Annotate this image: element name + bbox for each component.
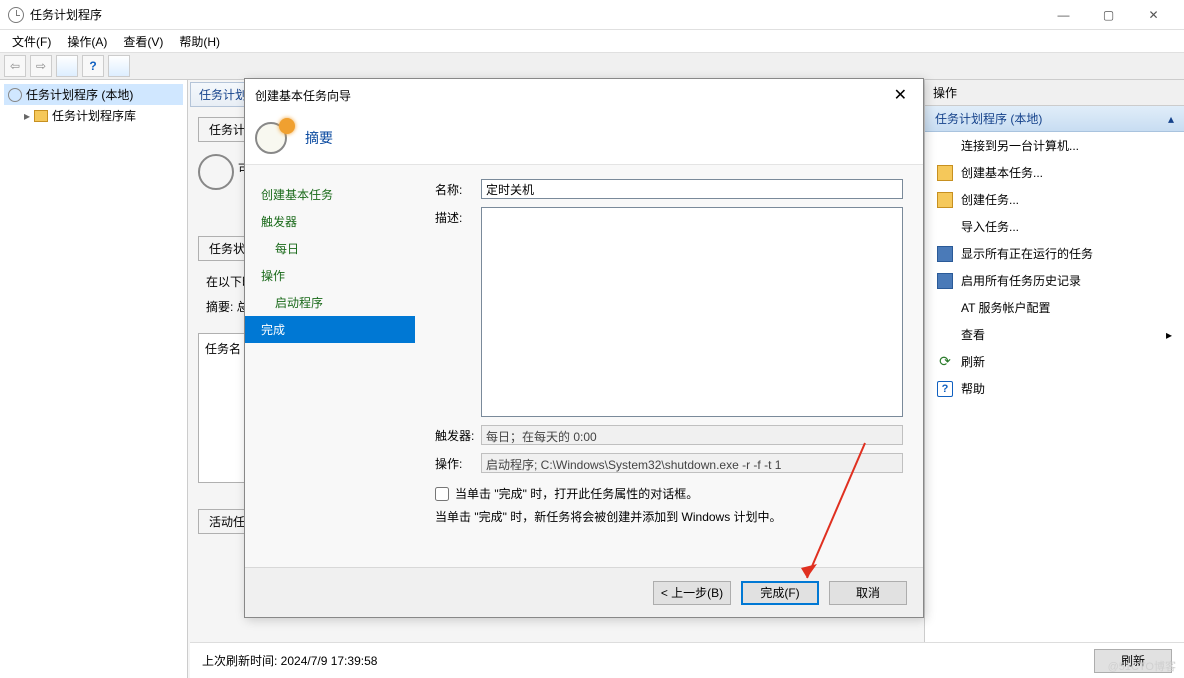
open-properties-checkbox[interactable] [435,487,449,501]
close-button[interactable]: ✕ [1131,1,1176,29]
name-label: 名称: [435,179,481,199]
status-bar: 上次刷新时间: 2024/7/9 17:39:58 刷新 [190,642,1184,678]
nav-action[interactable]: 操作 [245,262,415,289]
taskname-col: 任务名 [205,342,241,356]
help-icon: ? [937,381,953,397]
list-icon [937,246,953,262]
nav-finish[interactable]: 完成 [245,316,415,343]
refresh-icon: ⟳ [937,354,953,370]
window-title: 任务计划程序 [30,6,102,23]
clock-icon [8,88,22,102]
tree-library-label: 任务计划程序库 [52,107,136,124]
actions-header: 操作 [925,80,1184,106]
blank-icon [937,138,953,154]
action-refresh[interactable]: ⟳刷新 [925,348,1184,375]
menu-help[interactable]: 帮助(H) [171,31,228,52]
actions-pane: 操作 任务计划程序 (本地) ▴ 连接到另一台计算机... 创建基本任务... … [924,80,1184,678]
action-help[interactable]: ?帮助 [925,375,1184,402]
menu-view[interactable]: 查看(V) [115,31,171,52]
wizard-content: 名称: 描述: 触发器: 每日；在每天的 0:00 操作: 启动程序; C:\W… [415,165,923,567]
desc-textarea[interactable] [481,207,903,417]
expand-icon[interactable]: ▸ [24,109,30,123]
tree-library[interactable]: ▸ 任务计划程序库 [20,105,183,126]
toolbar-icon-1[interactable] [56,55,78,77]
collapse-icon[interactable]: ▴ [1168,112,1174,126]
wizard-nav: 创建基本任务 触发器 每日 操作 启动程序 完成 [245,165,415,567]
menubar: 文件(F) 操作(A) 查看(V) 帮助(H) [0,30,1184,52]
history-icon [937,273,953,289]
action-import[interactable]: 导入任务... [925,213,1184,240]
nav-tree: 任务计划程序 (本地) ▸ 任务计划程序库 [0,80,188,678]
task-icon [937,165,953,181]
checkbox-label: 当单击 "完成" 时，打开此任务属性的对话框。 [455,485,698,502]
wizard-header-title: 摘要 [305,128,333,148]
blank-icon [937,300,953,316]
nav-startprog[interactable]: 启动程序 [245,289,415,316]
action-create-basic[interactable]: 创建基本任务... [925,159,1184,186]
finish-button[interactable]: 完成(F) [741,581,819,605]
wizard-header: 摘要 [245,111,923,165]
toolbar: ? [0,52,1184,80]
name-input[interactable] [481,179,903,199]
trigger-label: 触发器: [435,425,481,445]
menu-action[interactable]: 操作(A) [59,31,115,52]
create-task-wizard: 创建基本任务向导 ✕ 摘要 创建基本任务 触发器 每日 操作 启动程序 完成 名… [244,78,924,618]
menu-file[interactable]: 文件(F) [4,31,59,52]
wizard-close-button[interactable]: ✕ [888,85,913,105]
forward-button[interactable] [30,55,52,77]
last-refresh-time: 上次刷新时间: 2024/7/9 17:39:58 [202,652,377,669]
wizard-footer: < 上一步(B) 完成(F) 取消 [245,567,923,617]
nav-basic[interactable]: 创建基本任务 [245,181,415,208]
titlebar: 任务计划程序 — ▢ ✕ [0,0,1184,30]
action-at-service[interactable]: AT 服务帐户配置 [925,294,1184,321]
back-button[interactable] [4,55,26,77]
tree-root-label: 任务计划程序 (本地) [26,86,133,103]
app-icon [8,7,24,23]
maximize-button[interactable]: ▢ [1086,1,1131,29]
wizard-header-icon [255,118,295,158]
help-icon[interactable]: ? [82,55,104,77]
action-view[interactable]: 查看▸ [925,321,1184,348]
overview-icon [198,154,238,194]
blank-icon [937,219,953,235]
nav-daily[interactable]: 每日 [245,235,415,262]
actions-section: 任务计划程序 (本地) ▴ [925,106,1184,132]
back-button[interactable]: < 上一步(B) [653,581,731,605]
watermark: @51CTO博客 [1108,658,1176,674]
minimize-button[interactable]: — [1041,1,1086,29]
action-show-running[interactable]: 显示所有正在运行的任务 [925,240,1184,267]
task-icon [937,192,953,208]
nav-trigger[interactable]: 触发器 [245,208,415,235]
wizard-note: 当单击 "完成" 时，新任务将会被创建并添加到 Windows 计划中。 [435,508,903,525]
toolbar-icon-2[interactable] [108,55,130,77]
action-label: 操作: [435,453,481,473]
folder-icon [34,110,48,122]
desc-label: 描述: [435,207,481,417]
trigger-value: 每日；在每天的 0:00 [481,425,903,445]
cancel-button[interactable]: 取消 [829,581,907,605]
blank-icon [937,327,953,343]
chevron-right-icon: ▸ [1166,328,1172,342]
tree-root[interactable]: 任务计划程序 (本地) [4,84,183,105]
wizard-titlebar: 创建基本任务向导 ✕ [245,79,923,111]
action-connect[interactable]: 连接到另一台计算机... [925,132,1184,159]
wizard-title: 创建基本任务向导 [255,87,351,104]
action-enable-history[interactable]: 启用所有任务历史记录 [925,267,1184,294]
action-value: 启动程序; C:\Windows\System32\shutdown.exe -… [481,453,903,473]
action-create-task[interactable]: 创建任务... [925,186,1184,213]
